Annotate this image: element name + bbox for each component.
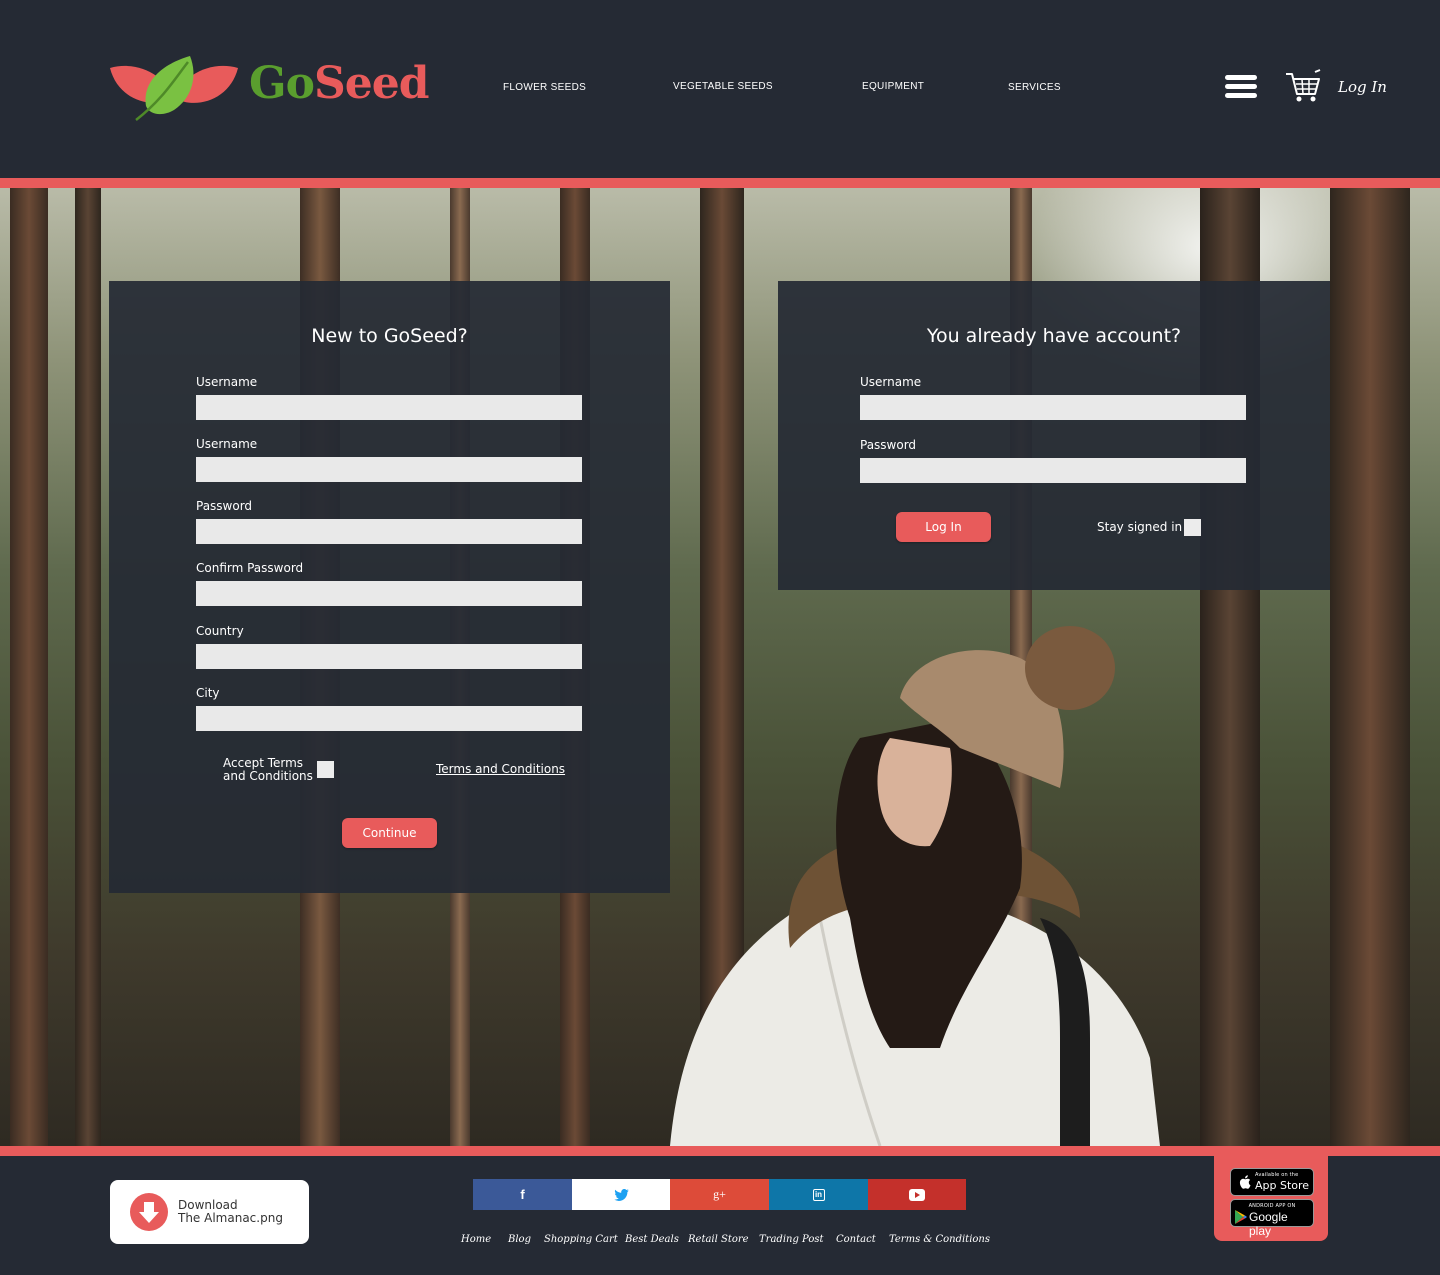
- logo-word-seed: Seed: [314, 58, 430, 109]
- leaf-logo-icon: [110, 56, 238, 121]
- google-play-icon: [1235, 1210, 1247, 1224]
- youtube-button[interactable]: [868, 1179, 966, 1210]
- google-play-big-text: Google play: [1249, 1210, 1288, 1238]
- facebook-button[interactable]: f: [473, 1179, 572, 1210]
- register-confirm-password-input[interactable]: [196, 581, 582, 606]
- goseed-logo[interactable]: Go Seed: [108, 54, 430, 126]
- footer-link-contact[interactable]: Contact: [836, 1234, 876, 1245]
- login-button[interactable]: Log In: [896, 512, 991, 542]
- footer-link-blog[interactable]: Blog: [508, 1234, 531, 1245]
- footer-link-trading-post[interactable]: Trading Post: [759, 1234, 824, 1245]
- register-username2-label: Username: [196, 437, 258, 451]
- download-almanac-card[interactable]: Download The Almanac.png: [110, 1180, 309, 1244]
- footer-link-shopping-cart[interactable]: Shopping Cart: [544, 1234, 618, 1245]
- woman-in-forest-photo: [670, 626, 1160, 1146]
- register-username-label: Username: [196, 375, 258, 389]
- register-password-input[interactable]: [196, 519, 582, 544]
- app-store-big-text: App Store: [1255, 1179, 1310, 1192]
- register-city-label: City: [196, 686, 220, 700]
- register-confirm-password-label: Confirm Password: [196, 561, 304, 575]
- app-store-badges: Available on the App Store ANDROID APP O…: [1214, 1156, 1328, 1241]
- accept-terms-checkbox[interactable]: [317, 761, 334, 778]
- download-line2: The Almanac.png: [178, 1211, 283, 1225]
- stay-signed-in-label: Stay signed in: [1097, 520, 1183, 534]
- download-almanac-text: Download The Almanac.png: [178, 1199, 283, 1225]
- register-city-input[interactable]: [196, 706, 582, 731]
- login-username-label: Username: [860, 375, 922, 389]
- logo-word-go: Go: [249, 58, 315, 109]
- nav-flower-seeds[interactable]: FLOWER SEEDS: [503, 82, 586, 93]
- app-store-badge[interactable]: Available on the App Store: [1230, 1168, 1314, 1196]
- login-username-input[interactable]: [860, 395, 1246, 420]
- google-plus-icon: g+: [713, 1187, 726, 1201]
- facebook-icon: f: [520, 1187, 525, 1202]
- apple-icon: [1239, 1175, 1251, 1189]
- hamburger-icon[interactable]: [1225, 75, 1257, 99]
- cart-icon[interactable]: [1284, 68, 1322, 104]
- register-password-label: Password: [196, 499, 253, 513]
- footer-link-best-deals[interactable]: Best Deals: [625, 1234, 679, 1245]
- accept-terms-label: Accept Terms and Conditions: [223, 757, 313, 783]
- footer-link-retail-store[interactable]: Retail Store: [688, 1234, 749, 1245]
- continue-button[interactable]: Continue: [342, 818, 437, 848]
- header-login-link[interactable]: Log In: [1338, 78, 1387, 96]
- google-play-small-text: ANDROID APP ON: [1248, 1203, 1296, 1209]
- footer-link-home[interactable]: Home: [461, 1234, 491, 1245]
- terms-and-conditions-link[interactable]: Terms and Conditions: [436, 763, 565, 776]
- accept-terms-line2: and Conditions: [223, 769, 313, 783]
- nav-services[interactable]: SERVICES: [1008, 82, 1061, 93]
- register-username-input[interactable]: [196, 395, 582, 420]
- stay-signed-in-checkbox[interactable]: [1184, 519, 1201, 536]
- register-panel: New to GoSeed? Username Username Passwor…: [109, 281, 670, 893]
- app-store-small-text: Available on the: [1255, 1172, 1299, 1178]
- google-play-badge[interactable]: ANDROID APP ON Google play: [1230, 1199, 1314, 1238]
- download-arrow-icon: [130, 1193, 168, 1231]
- site-footer: Download The Almanac.png f g+ in Home Bl…: [0, 1156, 1440, 1275]
- login-title: You already have account?: [926, 325, 1182, 347]
- twitter-icon: [614, 1188, 629, 1201]
- youtube-icon: [909, 1188, 925, 1201]
- login-panel: You already have account? Username Passw…: [778, 281, 1330, 590]
- nav-equipment[interactable]: EQUIPMENT: [862, 81, 924, 92]
- linkedin-icon: in: [812, 1188, 825, 1201]
- accent-stripe-top: [0, 178, 1440, 188]
- register-country-input[interactable]: [196, 644, 582, 669]
- register-title: New to GoSeed?: [311, 325, 468, 347]
- nav-vegetable-seeds[interactable]: VEGETABLE SEEDS: [673, 81, 773, 92]
- accent-stripe-bottom: [0, 1146, 1440, 1156]
- login-password-label: Password: [860, 438, 917, 452]
- login-password-input[interactable]: [860, 458, 1246, 483]
- site-header: Go Seed FLOWER SEEDS VEGETABLE SEEDS EQU…: [0, 0, 1440, 178]
- register-country-label: Country: [196, 624, 244, 638]
- register-username2-input[interactable]: [196, 457, 582, 482]
- google-plus-button[interactable]: g+: [670, 1179, 769, 1210]
- twitter-button[interactable]: [572, 1179, 671, 1210]
- footer-link-terms[interactable]: Terms & Conditions: [889, 1234, 990, 1245]
- linkedin-button[interactable]: in: [769, 1179, 868, 1210]
